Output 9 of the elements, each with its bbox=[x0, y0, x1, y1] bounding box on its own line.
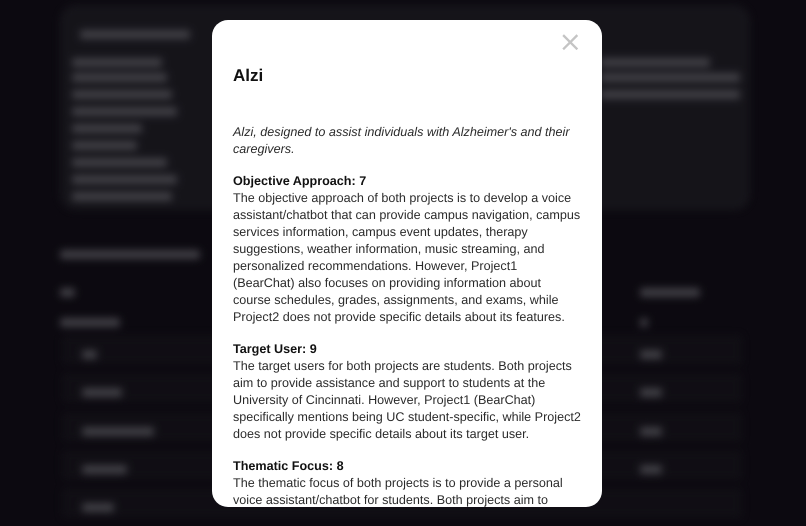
criterion-heading: Thematic Focus: 8 bbox=[233, 458, 345, 475]
criterion-explanation: The objective approach of both projects is to develop a voice assistant/chatbot that can provide campus navigation, campus services information, campus event updates, therapy suggestions, weather information, music streaming, and personalized recommendations. However, Project1 (BearChat) also focuses on providing information about course schedules, grades, assignments, and exams, while Project2 does not provide specific details about its features. bbox=[233, 190, 582, 326]
criterion-heading: Target User: 9 bbox=[233, 341, 318, 358]
criterion-explanation: The thematic focus of both projects is to provide a personal voice assistant/chatbot for students. Both projects aim to bbox=[233, 475, 564, 507]
modal-title: Alzi bbox=[233, 66, 264, 86]
project-description: Alzi, designed to assist individuals with Alzheimer's and their caregivers. bbox=[233, 124, 571, 158]
close-button[interactable]: × bbox=[556, 28, 584, 56]
criterion-heading: Objective Approach: 7 bbox=[233, 173, 368, 190]
criterion-explanation: The target users for both projects are students. Both projects aim to provide assistance and support to students at the University of Cincinnati. However, Project1 (BearChat) specifically mentions being UC student-specific, while Project2 does not provide specific details about its target user. bbox=[233, 358, 582, 443]
